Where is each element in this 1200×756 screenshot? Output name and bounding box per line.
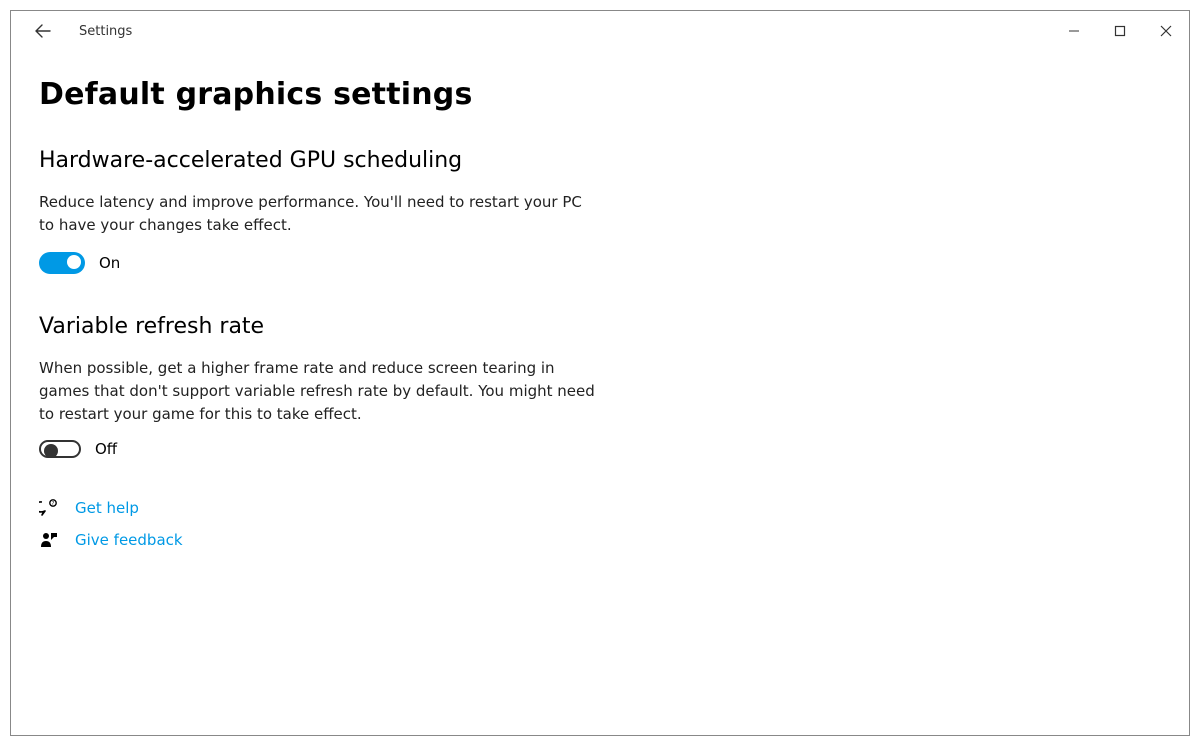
window-controls xyxy=(1051,11,1189,51)
section-gpu-description: Reduce latency and improve performance. … xyxy=(39,191,599,238)
titlebar: Settings xyxy=(11,11,1189,51)
toggle-knob xyxy=(44,444,58,458)
app-title: Settings xyxy=(79,24,132,39)
minimize-button[interactable] xyxy=(1051,11,1097,51)
gpu-scheduling-toggle-label: On xyxy=(99,254,120,272)
svg-text:?: ? xyxy=(52,501,55,507)
gpu-scheduling-toggle-row: On xyxy=(39,252,663,274)
toggle-knob xyxy=(67,255,81,269)
variable-refresh-toggle[interactable] xyxy=(39,440,81,458)
get-help-link[interactable]: Get help xyxy=(75,499,139,517)
section-vrr-description: When possible, get a higher frame rate a… xyxy=(39,357,599,427)
arrow-left-icon xyxy=(35,23,51,39)
feedback-icon xyxy=(39,530,59,550)
give-feedback-row: Give feedback xyxy=(39,530,663,550)
minimize-icon xyxy=(1068,25,1080,37)
get-help-row: ? Get help xyxy=(39,498,663,518)
maximize-button[interactable] xyxy=(1097,11,1143,51)
page-title: Default graphics settings xyxy=(39,77,663,112)
gpu-scheduling-toggle[interactable] xyxy=(39,252,85,274)
maximize-icon xyxy=(1114,25,1126,37)
page-content: Default graphics settings Hardware-accel… xyxy=(11,51,691,562)
back-button[interactable] xyxy=(31,19,55,43)
settings-window: Settings Default graphics settings Hardw… xyxy=(10,10,1190,736)
variable-refresh-toggle-label: Off xyxy=(95,440,117,458)
variable-refresh-toggle-row: Off xyxy=(39,440,663,458)
give-feedback-link[interactable]: Give feedback xyxy=(75,531,183,549)
section-vrr-title: Variable refresh rate xyxy=(39,314,663,339)
close-button[interactable] xyxy=(1143,11,1189,51)
chat-help-icon: ? xyxy=(39,498,59,518)
help-links: ? Get help Give feedback xyxy=(39,498,663,550)
section-gpu-title: Hardware-accelerated GPU scheduling xyxy=(39,148,663,173)
close-icon xyxy=(1160,25,1172,37)
